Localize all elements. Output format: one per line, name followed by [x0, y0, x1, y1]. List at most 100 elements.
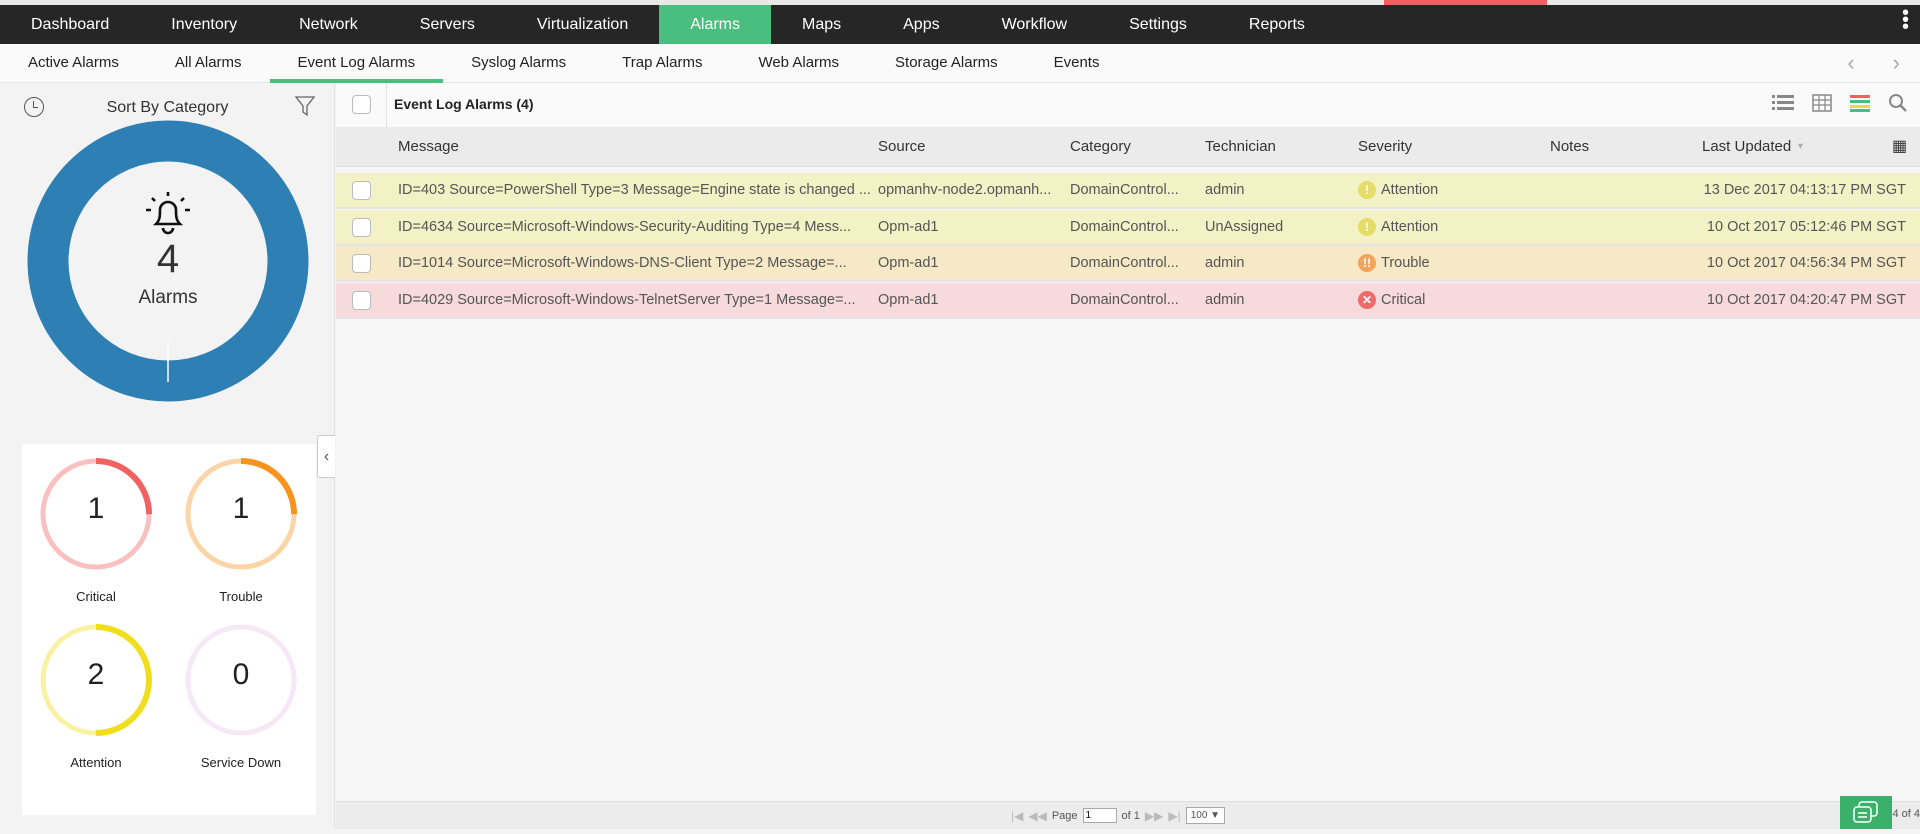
- last-page-icon[interactable]: ▶|: [1168, 809, 1180, 823]
- stat-label: Critical: [31, 589, 161, 604]
- stat-service-down[interactable]: 0Service Down: [176, 620, 306, 770]
- total-alarms-count: 4: [68, 237, 268, 282]
- tab-syslog-alarms[interactable]: Syslog Alarms: [443, 44, 594, 83]
- severity-stats-card: 1 Critical 1Trouble2Attention0Service Down: [22, 444, 316, 815]
- sub-nav: Active AlarmsAll AlarmsEvent Log AlarmsS…: [0, 44, 1920, 83]
- technician-cell: admin: [1205, 182, 1245, 198]
- updated-cell: 10 Oct 2017 04:56:34 PM SGT: [1707, 255, 1906, 271]
- scroll-left-icon[interactable]: ‹: [1847, 50, 1854, 76]
- nav-apps[interactable]: Apps: [872, 5, 970, 44]
- technician-cell: admin: [1205, 292, 1245, 308]
- tab-active-alarms[interactable]: Active Alarms: [0, 44, 147, 83]
- table-row[interactable]: ID=1014 Source=Microsoft-Windows-DNS-Cli…: [336, 246, 1920, 282]
- stat-attention[interactable]: 2Attention: [31, 620, 161, 770]
- column-last-updated[interactable]: Last Updated: [1702, 138, 1791, 155]
- severity-cell: !Attention: [1358, 181, 1438, 199]
- table-row[interactable]: ID=4029 Source=Microsoft-Windows-TelnetS…: [336, 283, 1920, 319]
- table-row[interactable]: ID=403 Source=PowerShell Type=3 Message=…: [336, 173, 1920, 209]
- source-cell: opmanhv-node2.opmanh...: [878, 182, 1051, 198]
- message-cell[interactable]: ID=1014 Source=Microsoft-Windows-DNS-Cli…: [398, 255, 847, 271]
- message-cell[interactable]: ID=4634 Source=Microsoft-Windows-Securit…: [398, 219, 851, 235]
- more-menu-icon[interactable]: •••: [1902, 10, 1908, 31]
- severity-cell: ✕ Critical: [1358, 291, 1425, 309]
- nav-servers[interactable]: Servers: [389, 5, 506, 44]
- column-category[interactable]: Category: [1070, 138, 1131, 155]
- page-label: Page: [1052, 810, 1078, 822]
- tab-storage-alarms[interactable]: Storage Alarms: [867, 44, 1026, 83]
- search-icon[interactable]: [1888, 93, 1908, 113]
- row-checkbox[interactable]: [352, 254, 371, 273]
- category-cell: DomainControl...: [1070, 292, 1179, 308]
- table-row[interactable]: ID=4634 Source=Microsoft-Windows-Securit…: [336, 210, 1920, 246]
- tab-event-log-alarms[interactable]: Event Log Alarms: [270, 44, 444, 83]
- select-all-checkbox[interactable]: [352, 95, 371, 114]
- nav-settings[interactable]: Settings: [1098, 5, 1218, 44]
- nav-reports[interactable]: Reports: [1218, 5, 1336, 44]
- source-cell: Opm-ad1: [878, 255, 938, 271]
- severity-critical-icon: ✕: [1358, 291, 1376, 309]
- severity-view-icon[interactable]: [1850, 94, 1870, 112]
- technician-cell: admin: [1205, 255, 1245, 271]
- nav-dashboard[interactable]: Dashboard: [0, 5, 140, 44]
- updated-cell: 13 Dec 2017 04:13:17 PM SGT: [1704, 182, 1906, 198]
- tab-events[interactable]: Events: [1026, 44, 1128, 83]
- tab-all-alarms[interactable]: All Alarms: [147, 44, 270, 83]
- list-view-icon[interactable]: [1772, 94, 1794, 112]
- column-technician[interactable]: Technician: [1205, 138, 1276, 155]
- stat-label: Service Down: [176, 755, 306, 770]
- message-cell[interactable]: ID=4029 Source=Microsoft-Windows-TelnetS…: [398, 292, 856, 308]
- tab-trap-alarms[interactable]: Trap Alarms: [594, 44, 730, 83]
- message-cell[interactable]: ID=403 Source=PowerShell Type=3 Message=…: [398, 182, 871, 198]
- row-checkbox[interactable]: [352, 181, 371, 200]
- alarm-list: Event Log Alarms (4) Message Source Catego…: [336, 83, 1920, 829]
- table-header: Message Source Category Technician Severity N…: [336, 127, 1920, 167]
- row-checkbox[interactable]: [352, 291, 371, 310]
- main-nav: DashboardInventoryNetworkServersVirtuali…: [0, 5, 1920, 44]
- column-severity[interactable]: Severity: [1358, 138, 1412, 155]
- stat-critical[interactable]: 1 Critical: [31, 454, 161, 604]
- nav-virtualization[interactable]: Virtualization: [506, 5, 659, 44]
- column-notes[interactable]: Notes: [1550, 138, 1589, 155]
- category-cell: DomainControl...: [1070, 255, 1179, 271]
- column-source[interactable]: Source: [878, 138, 926, 155]
- severity-text: Critical: [1381, 292, 1425, 308]
- sort-by-category[interactable]: Sort By Category: [0, 93, 335, 123]
- nav-inventory[interactable]: Inventory: [140, 5, 268, 44]
- stat-value: 1: [36, 492, 156, 526]
- severity-text: Trouble: [1381, 255, 1430, 271]
- filter-icon[interactable]: [294, 95, 316, 117]
- source-cell: Opm-ad1: [878, 219, 938, 235]
- nav-workflow[interactable]: Workflow: [971, 5, 1099, 44]
- stat-label: Attention: [31, 755, 161, 770]
- tab-web-alarms[interactable]: Web Alarms: [730, 44, 867, 83]
- page-input[interactable]: [1083, 808, 1117, 823]
- nav-network[interactable]: Network: [268, 5, 389, 44]
- bell-icon: [138, 186, 198, 238]
- severity-text: Attention: [1381, 182, 1438, 198]
- chat-button[interactable]: [1840, 796, 1892, 829]
- next-page-icon[interactable]: ▶▶: [1145, 809, 1163, 823]
- page-total: of 1: [1122, 810, 1140, 822]
- grid-view-icon[interactable]: [1812, 94, 1832, 112]
- first-page-icon[interactable]: |◀: [1011, 809, 1023, 823]
- category-cell: DomainControl...: [1070, 182, 1179, 198]
- column-chooser-icon[interactable]: ▦: [1892, 136, 1907, 156]
- stat-label: Trouble: [176, 589, 306, 604]
- pagination-bar: |◀ ◀◀ Page of 1 ▶▶ ▶| 100 ▼ View 1 - 4 o…: [336, 801, 1920, 829]
- prev-page-icon[interactable]: ◀◀: [1028, 809, 1046, 823]
- scroll-right-icon[interactable]: ›: [1893, 50, 1900, 76]
- nav-maps[interactable]: Maps: [771, 5, 872, 44]
- sort-icon[interactable]: ▾: [1798, 141, 1803, 152]
- severity-cell: !! Trouble: [1358, 254, 1430, 272]
- stat-trouble[interactable]: 1Trouble: [176, 454, 306, 604]
- severity-trouble-icon: !!: [1358, 254, 1376, 272]
- collapse-panel-button[interactable]: ‹: [317, 435, 335, 478]
- left-panel: Sort By Category 4 Alarms 1Critical1Trou…: [0, 83, 335, 829]
- row-checkbox[interactable]: [352, 218, 371, 237]
- nav-alarms[interactable]: Alarms: [659, 5, 771, 44]
- category-cell: DomainControl...: [1070, 219, 1179, 235]
- column-message[interactable]: Message: [398, 138, 459, 155]
- per-page-select[interactable]: 100 ▼: [1186, 807, 1225, 824]
- technician-cell: UnAssigned: [1205, 219, 1283, 235]
- list-title: Event Log Alarms (4): [394, 96, 534, 112]
